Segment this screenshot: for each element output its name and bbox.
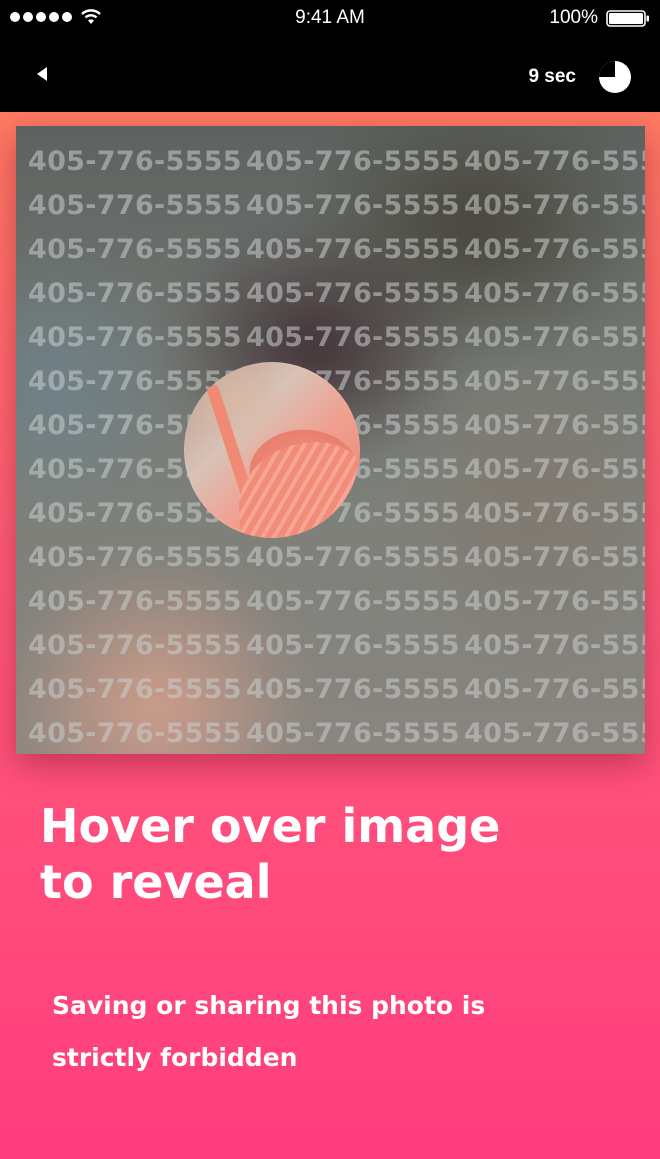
hint-title-line: to reveal — [40, 855, 272, 909]
watermark-text: 405-776-5555 — [464, 718, 645, 749]
watermark-text: 405-776-5555 — [464, 542, 645, 573]
watermark-text: 405-776-5555 — [464, 674, 645, 705]
watermark-text: 405-776-5555 — [464, 190, 645, 221]
watermark-text: 405-776-5555 — [28, 278, 242, 309]
watermark-row: 405-776-5555405-776-5555405-776-5555 — [28, 272, 645, 316]
watermark-text: 405-776-5555 — [464, 630, 645, 661]
watermark-text: 405-776-5555 — [28, 718, 242, 749]
watermark-text: 405-776-5555 — [246, 278, 460, 309]
watermark-text: 405-776-5555 — [464, 278, 645, 309]
watermark-text: 405-776-5555 — [246, 146, 460, 177]
watermark-row: 405-776-5555405-776-5555405-776-5555 — [28, 140, 645, 184]
back-arrow-icon — [37, 67, 47, 81]
watermark-text: 405-776-5555 — [246, 674, 460, 705]
watermark-text: 405-776-5555 — [464, 322, 645, 353]
battery-percentage: 100% — [549, 7, 598, 28]
watermark-text: 405-776-5555 — [28, 586, 242, 617]
watermark-row: 405-776-5555405-776-5555405-776-5555 — [28, 184, 645, 228]
content-area: 405-776-5555405-776-5555405-776-5555405-… — [0, 112, 660, 1159]
watermark-text: 405-776-5555 — [464, 146, 645, 177]
hint-title-line: Hover over image — [40, 799, 501, 853]
watermark-text: 405-776-5555 — [28, 322, 242, 353]
watermark-text: 405-776-5555 — [28, 234, 242, 265]
watermark-row: 405-776-5555405-776-5555405-776-5555 — [28, 712, 645, 754]
status-bar: 9:41 AM 100% — [0, 0, 660, 36]
watermark-text: 405-776-5555 — [246, 322, 460, 353]
watermark-row: 405-776-5555405-776-5555405-776-5555 — [28, 624, 645, 668]
pie-timer-icon — [599, 61, 631, 93]
watermark-text: 405-776-5555 — [464, 498, 645, 529]
watermark-text: 405-776-5555 — [28, 630, 242, 661]
watermark-text: 405-776-5555 — [246, 234, 460, 265]
watermark-text: 405-776-5555 — [464, 454, 645, 485]
watermark-text: 405-776-5555 — [464, 586, 645, 617]
watermark-row: 405-776-5555405-776-5555405-776-5555 — [28, 580, 645, 624]
watermark-row: 405-776-5555405-776-5555405-776-5555 — [28, 668, 645, 712]
blurred-photo[interactable]: 405-776-5555405-776-5555405-776-5555405-… — [16, 126, 645, 754]
watermark-text: 405-776-5555 — [28, 190, 242, 221]
warning-line: Saving or sharing this photo is — [52, 991, 486, 1020]
watermark-text: 405-776-5555 — [246, 586, 460, 617]
battery-icon — [606, 10, 649, 27]
watermark-text: 405-776-5555 — [246, 190, 460, 221]
watermark-text: 405-776-5555 — [246, 630, 460, 661]
countdown-timer-label: 9 sec — [528, 66, 576, 87]
lens-detail — [239, 442, 360, 538]
watermark-row: 405-776-5555405-776-5555405-776-5555 — [28, 228, 645, 272]
watermark-text: 405-776-5555 — [246, 542, 460, 573]
back-button[interactable] — [22, 54, 62, 94]
hint-title: Hover over image to reveal — [40, 798, 600, 910]
nav-bar: 9 sec — [0, 36, 660, 112]
watermark-text: 405-776-5555 — [246, 718, 460, 749]
watermark-text: 405-776-5555 — [28, 674, 242, 705]
watermark-row: 405-776-5555405-776-5555405-776-5555 — [28, 316, 645, 360]
watermark-text: 405-776-5555 — [464, 366, 645, 397]
watermark-text: 405-776-5555 — [28, 146, 242, 177]
watermark-text: 405-776-5555 — [464, 234, 645, 265]
warning-line: strictly forbidden — [52, 1043, 298, 1072]
reveal-lens[interactable] — [184, 362, 360, 538]
watermark-text: 405-776-5555 — [28, 542, 242, 573]
warning-text: Saving or sharing this photo is strictly… — [52, 980, 612, 1084]
watermark-text: 405-776-5555 — [464, 410, 645, 441]
watermark-row: 405-776-5555405-776-5555405-776-5555 — [28, 536, 645, 580]
